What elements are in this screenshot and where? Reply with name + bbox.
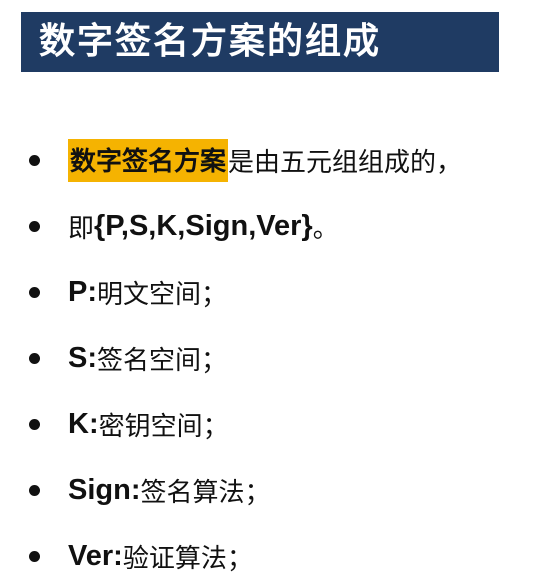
bullet-dot-icon (29, 352, 40, 364)
bullet-desc: 明文空间； (97, 279, 228, 310)
tuple-formula: {P,S,K,Sign,Ver} (94, 209, 313, 242)
bullet-dot-icon (29, 220, 40, 232)
bullet-item-scheme: 数字签名方案 是由五元组组成的， (29, 138, 462, 182)
bullet-item-k: K: 密钥空间； (29, 402, 229, 446)
bullet-desc: 验证算法； (122, 543, 253, 574)
bullet-text: 是由五元组组成的， (228, 147, 463, 178)
bullet-desc: 签名算法； (140, 477, 271, 508)
bullet-term: Ver: (68, 539, 123, 572)
bullet-item-sign: Sign: 签名算法； (29, 468, 271, 512)
bullet-prefix: 即 (68, 213, 95, 244)
bullet-list: 数字签名方案 是由五元组组成的， 即 {P,S,K,Sign,Ver} 。 P:… (0, 0, 541, 579)
bullet-term: Sign: (68, 473, 141, 506)
bullet-item-s: S: 签名空间； (29, 336, 227, 380)
bullet-desc: 签名空间； (97, 345, 228, 376)
bullet-dot-icon (29, 418, 40, 430)
bullet-suffix: 。 (312, 213, 339, 244)
bullet-term: K: (68, 407, 99, 440)
bullet-term: P: (68, 275, 97, 308)
bullet-dot-icon (29, 154, 40, 166)
bullet-dot-icon (29, 550, 40, 562)
bullet-item-tuple: 即 {P,S,K,Sign,Ver} 。 (29, 204, 339, 248)
bullet-item-p: P: 明文空间； (29, 270, 227, 314)
bullet-dot-icon (29, 286, 40, 298)
bullet-item-ver: Ver: 验证算法； (29, 534, 253, 578)
highlighted-term: 数字签名方案 (68, 138, 229, 182)
bullet-term: S: (68, 341, 97, 374)
bullet-desc: 密钥空间； (98, 411, 229, 442)
bullet-dot-icon (29, 484, 40, 496)
